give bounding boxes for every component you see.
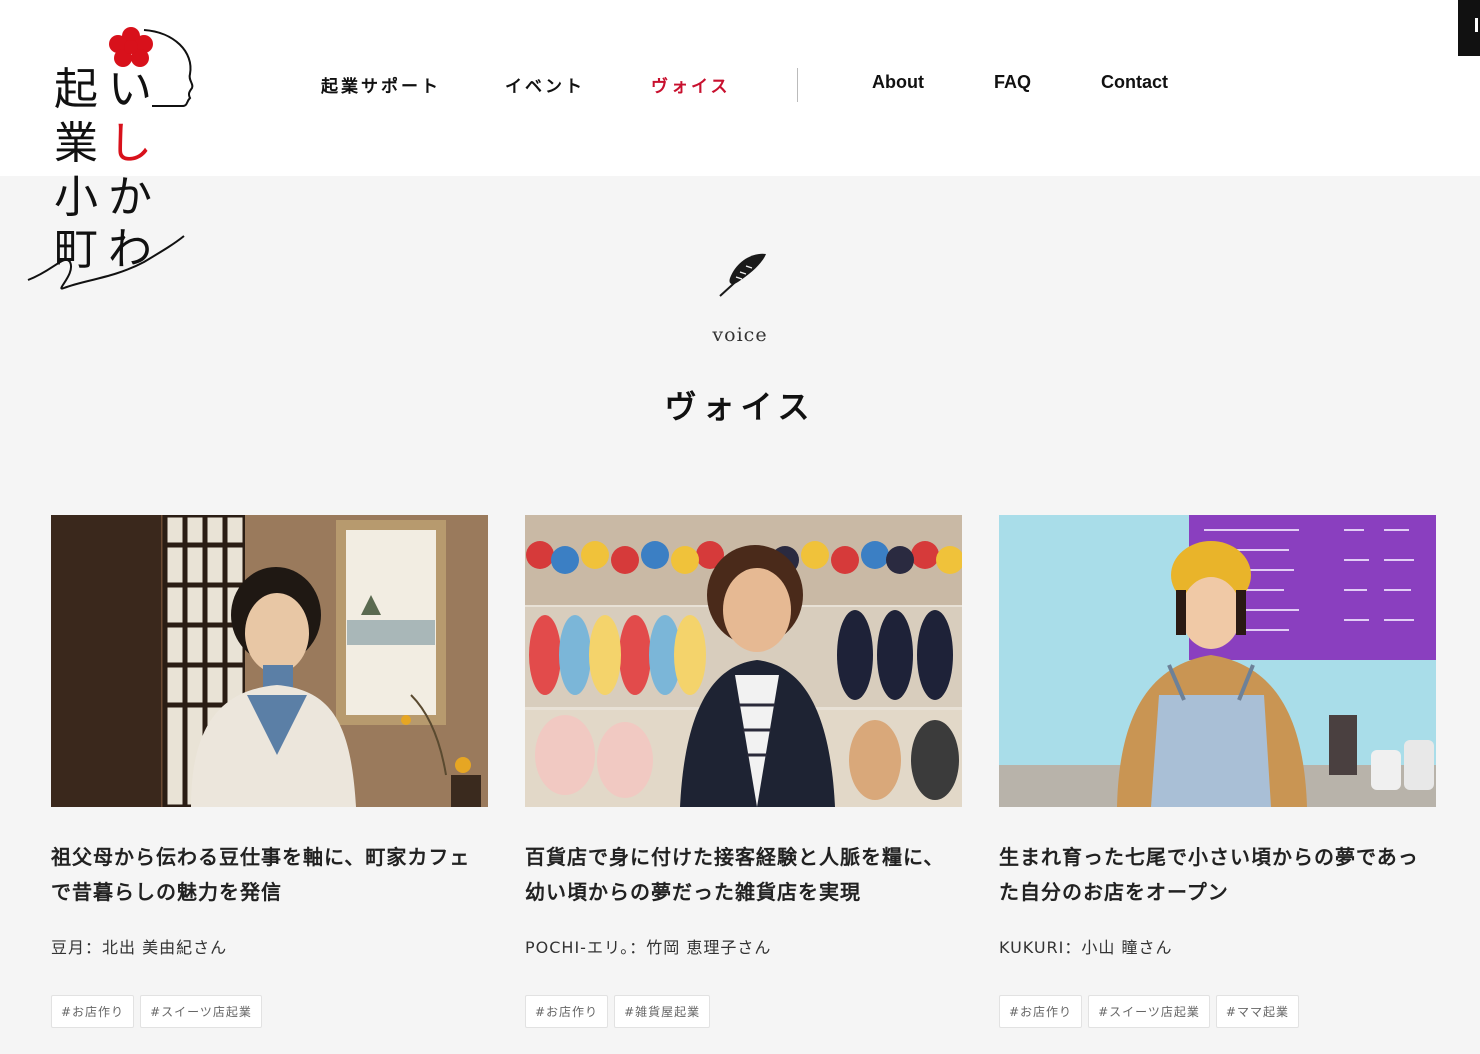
menu-icon [1475, 18, 1478, 32]
card-photo[interactable] [525, 515, 962, 807]
photo-shop-owner [525, 515, 962, 807]
feather-icon [719, 253, 766, 297]
tag[interactable]: #お店作り [51, 995, 135, 1028]
tag-list: #お店作り #雑貨屋起業 [525, 995, 711, 1028]
nav-item-about[interactable]: About [872, 72, 924, 93]
logo-char: 小 [54, 172, 98, 223]
tag[interactable]: #雑貨屋起業 [614, 995, 711, 1028]
card-title[interactable]: 生まれ育った七尾で小さい頃からの夢であった自分のお店をオープン [999, 840, 1436, 910]
card-author: POCHI-エリ。：竹岡 恵理子さん [525, 938, 772, 957]
menu-toggle-button[interactable] [1458, 0, 1480, 56]
tag[interactable]: #お店作り [999, 995, 1083, 1028]
voice-card[interactable]: 百貨店で身に付けた接客経験と人脈を糧に、幼い頃からの夢だった雑貨店を実現 POC… [525, 515, 962, 1028]
logo-char: し [108, 118, 152, 169]
tag-list: #お店作り #スイーツ店起業 #ママ起業 [999, 995, 1299, 1028]
card-author: 豆月：北出 美由紀さん [51, 938, 228, 957]
card-photo[interactable] [51, 515, 488, 807]
tag[interactable]: #ママ起業 [1215, 995, 1299, 1028]
voice-card[interactable]: 祖父母から伝わる豆仕事を軸に、町家カフェで昔暮らしの魅力を発信 豆月：北出 美由… [51, 515, 488, 1028]
tag-list: #お店作り #スイーツ店起業 [51, 995, 262, 1028]
card-author: KUKURI：小山 瞳さん [999, 938, 1173, 957]
logo-char: 起 [54, 64, 98, 115]
card-title[interactable]: 百貨店で身に付けた接客経験と人脈を糧に、幼い頃からの夢だった雑貨店を実現 [525, 840, 962, 910]
logo-char: か [108, 172, 152, 223]
site-logo[interactable]: 起 業 小 町 い し か わ [24, 22, 204, 297]
tag[interactable]: #お店作り [525, 995, 609, 1028]
site-header [0, 0, 1480, 176]
tag[interactable]: #スイーツ店起業 [140, 995, 262, 1028]
nav-item-faq[interactable]: FAQ [994, 72, 1031, 93]
nav-item-support[interactable]: 起業サポート [321, 72, 441, 97]
nav-item-contact[interactable]: Contact [1101, 72, 1168, 93]
photo-cafe-owner-apron [999, 515, 1436, 807]
logo-char: 町 [54, 224, 98, 275]
voice-card[interactable]: 生まれ育った七尾で小さい頃からの夢であった自分のお店をオープン KUKURI：小… [999, 515, 1436, 1028]
nav-item-voice[interactable]: ヴォイス [651, 72, 731, 97]
page-title: ヴォイス [664, 388, 816, 426]
logo-char: わ [108, 224, 152, 275]
card-title[interactable]: 祖父母から伝わる豆仕事を軸に、町家カフェで昔暮らしの魅力を発信 [51, 840, 488, 910]
nav-item-events[interactable]: イベント [505, 72, 585, 97]
photo-cafe-owner [51, 515, 488, 807]
nav-divider [797, 68, 798, 102]
logo-char: い [108, 64, 152, 115]
section-label-en: voice [712, 324, 768, 346]
logo-char: 業 [54, 118, 98, 169]
card-photo[interactable] [999, 515, 1436, 807]
tag[interactable]: #スイーツ店起業 [1088, 995, 1210, 1028]
